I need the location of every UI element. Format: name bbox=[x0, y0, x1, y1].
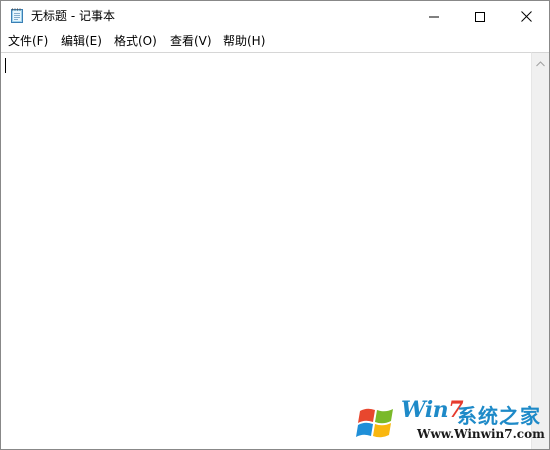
watermark: Win7 系统之家 Www.Winwin7.com bbox=[353, 397, 549, 449]
windows-logo-icon bbox=[355, 401, 399, 445]
notepad-window: 无标题 - 记事本 文件(F) 编辑(E) 格式(O) 查看(V) 帮助(H) bbox=[0, 0, 550, 450]
close-icon bbox=[520, 7, 532, 26]
text-caret bbox=[5, 58, 6, 73]
menu-help[interactable]: 帮助(H) bbox=[223, 31, 265, 51]
watermark-brand: Win7 bbox=[401, 397, 463, 423]
chevron-up-icon bbox=[536, 52, 545, 71]
notepad-icon bbox=[9, 7, 25, 23]
menu-bar: 文件(F) 编辑(E) 格式(O) 查看(V) 帮助(H) bbox=[1, 31, 549, 51]
menu-format[interactable]: 格式(O) bbox=[114, 31, 157, 51]
menu-file[interactable]: 文件(F) bbox=[8, 31, 48, 51]
watermark-brand-cn: 系统之家 bbox=[457, 404, 541, 428]
menu-view[interactable]: 查看(V) bbox=[170, 31, 212, 51]
title-bar[interactable]: 无标题 - 记事本 bbox=[1, 1, 549, 31]
minimize-button[interactable] bbox=[411, 1, 457, 31]
maximize-button[interactable] bbox=[457, 1, 503, 31]
menu-edit[interactable]: 编辑(E) bbox=[61, 31, 102, 51]
text-editor[interactable] bbox=[1, 52, 531, 449]
minimize-icon bbox=[429, 7, 439, 26]
close-button[interactable] bbox=[503, 1, 549, 31]
maximize-icon bbox=[475, 7, 485, 26]
window-title: 无标题 - 记事本 bbox=[31, 9, 115, 23]
scroll-up-button[interactable] bbox=[532, 53, 549, 70]
watermark-url: Www.Winwin7.com bbox=[417, 427, 545, 441]
vertical-scrollbar[interactable] bbox=[531, 52, 549, 449]
